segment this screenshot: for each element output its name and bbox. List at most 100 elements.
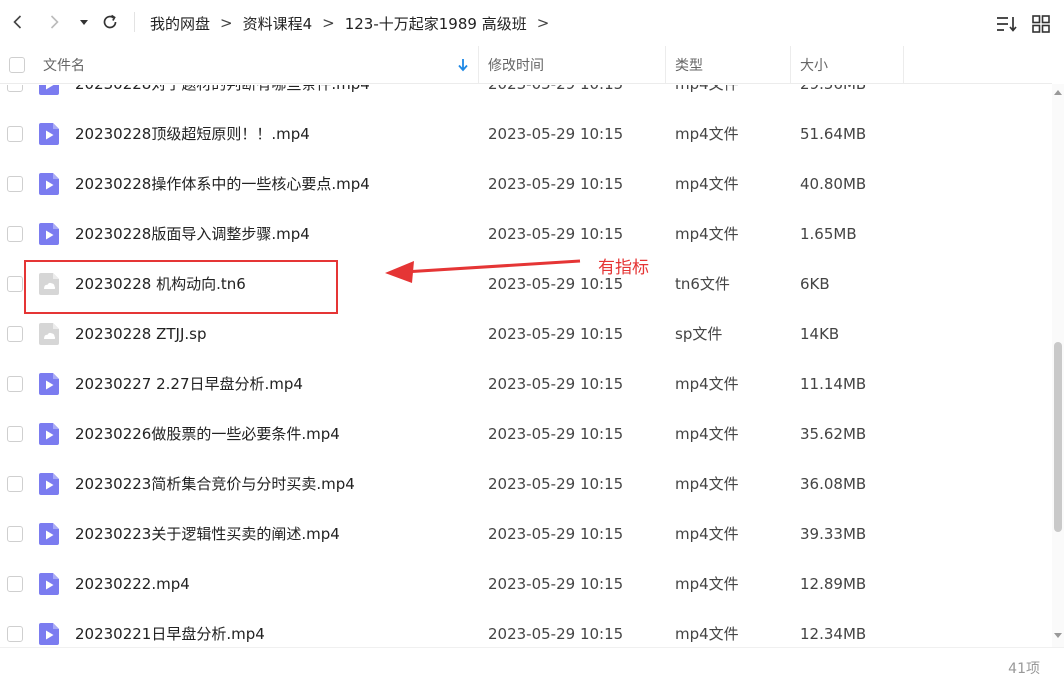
breadcrumb-item-course[interactable]: 资料课程4 [243,13,313,34]
toolbar-divider [134,12,135,32]
file-row[interactable]: 20230228版面导入调整步骤.mp4 2023-05-29 10:15 mp… [0,209,1052,259]
scrollbar-thumb[interactable] [1054,342,1062,532]
column-header-type-label: 类型 [675,58,703,74]
file-type: mp4文件 [675,425,739,443]
file-size: 35.62MB [800,425,867,443]
file-name: 20230223关于逻辑性买卖的阐述.mp4 [75,525,340,543]
file-row[interactable]: 20230227 2.27日早盘分析.mp4 2023-05-29 10:15 … [0,359,1052,409]
forward-button[interactable] [42,10,66,34]
file-size: 1.65MB [800,225,857,243]
file-name: 20230228操作体系中的一些核心要点.mp4 [75,175,370,193]
file-row[interactable]: 20230228对于题材的判断有哪些条件.mp4 2023-05-29 10:1… [0,85,1052,109]
column-header-modified[interactable]: 修改时间 [488,46,544,84]
file-row[interactable]: 20230228顶级超短原则！！.mp4 2023-05-29 10:15 mp… [0,109,1052,159]
file-modified-date: 2023-05-29 10:15 [488,525,624,543]
breadcrumb-separator: > [536,14,550,32]
file-type: mp4文件 [675,175,739,193]
file-name: 20230228顶级超短原则！！.mp4 [75,125,310,143]
column-header-name-label: 文件名 [43,58,85,74]
file-size: 36.08MB [800,475,867,493]
file-name: 20230226做股票的一些必要条件.mp4 [75,425,340,443]
generic-file-icon [39,273,59,295]
file-type: mp4文件 [675,575,739,593]
column-divider[interactable] [478,46,479,84]
video-file-icon [39,173,59,195]
file-modified-date: 2023-05-29 10:15 [488,575,624,593]
column-header-modified-label: 修改时间 [488,58,544,74]
file-row[interactable]: 20230222.mp4 2023-05-29 10:15 mp4文件 12.8… [0,559,1052,609]
video-file-icon [39,573,59,595]
video-file-icon [39,123,59,145]
column-divider[interactable] [790,46,791,84]
video-file-icon [39,223,59,245]
file-modified-date: 2023-05-29 10:15 [488,125,624,143]
scroll-up-arrow[interactable] [1054,90,1062,95]
file-row[interactable]: 20230223关于逻辑性买卖的阐述.mp4 2023-05-29 10:15 … [0,509,1052,559]
file-name: 20230221日早盘分析.mp4 [75,625,265,643]
file-list-rows: 20230228对于题材的判断有哪些条件.mp4 2023-05-29 10:1… [0,85,1052,647]
file-row-checkbox[interactable] [7,526,23,542]
file-row-checkbox[interactable] [7,85,23,92]
file-type: mp4文件 [675,525,739,543]
sort-button[interactable] [995,12,1019,36]
generic-file-icon [39,323,59,345]
file-row[interactable]: 20230226做股票的一些必要条件.mp4 2023-05-29 10:15 … [0,409,1052,459]
breadcrumb-separator: > [322,14,335,32]
file-size: 29.56MB [800,85,866,109]
video-file-icon [39,373,59,395]
column-divider[interactable] [903,46,904,84]
file-row-checkbox[interactable] [7,476,23,492]
toolbar: 我的网盘 > 资料课程4 > 123-十万起家1989 高级班 > [0,0,1064,46]
file-type: mp4文件 [675,225,739,243]
video-file-icon [39,523,59,545]
file-row-checkbox[interactable] [7,426,23,442]
file-row[interactable]: 20230228操作体系中的一些核心要点.mp4 2023-05-29 10:1… [0,159,1052,209]
item-count: 41项 [1008,661,1040,677]
file-row-checkbox[interactable] [7,626,23,642]
file-row-checkbox[interactable] [7,376,23,392]
column-header-size-label: 大小 [800,58,828,74]
select-all-checkbox[interactable] [9,57,25,73]
column-header-name[interactable]: 文件名 [43,46,473,84]
column-header-type[interactable]: 类型 [675,46,703,84]
file-row-checkbox[interactable] [7,126,23,142]
file-row-checkbox[interactable] [7,176,23,192]
file-name: 20230228 机构动向.tn6 [75,275,246,293]
file-modified-date: 2023-05-29 10:15 [488,475,624,493]
file-row[interactable]: 20230228 机构动向.tn6 2023-05-29 10:15 tn6文件… [0,259,1052,309]
file-row[interactable]: 20230221日早盘分析.mp4 2023-05-29 10:15 mp4文件… [0,609,1052,647]
file-row[interactable]: 20230228 ZTJJ.sp 2023-05-29 10:15 sp文件 1… [0,309,1052,359]
status-bar: 41项 [0,647,1064,682]
breadcrumb: 我的网盘 > 资料课程4 > 123-十万起家1989 高级班 > [150,0,559,46]
file-size: 11.14MB [800,375,867,393]
file-row-checkbox[interactable] [7,276,23,292]
grid-view-button[interactable] [1029,12,1053,36]
video-file-icon [39,85,59,95]
file-name: 20230227 2.27日早盘分析.mp4 [75,375,303,393]
breadcrumb-separator: > [220,14,233,32]
sort-icon [997,17,1017,32]
file-row-checkbox[interactable] [7,326,23,342]
scroll-down-arrow[interactable] [1054,633,1062,638]
file-size: 14KB [800,325,840,343]
grid-view-icon [1032,15,1050,33]
video-file-icon [39,423,59,445]
file-type: mp4文件 [675,475,739,493]
refresh-button[interactable] [98,10,122,34]
breadcrumb-item-root[interactable]: 我的网盘 [150,13,210,34]
column-header-size[interactable]: 大小 [800,46,828,84]
file-row-checkbox[interactable] [7,576,23,592]
file-row-checkbox[interactable] [7,226,23,242]
file-name: 20230222.mp4 [75,575,190,593]
breadcrumb-item-current[interactable]: 123-十万起家1989 高级班 [345,13,527,34]
file-name: 20230228对于题材的判断有哪些条件.mp4 [75,85,370,109]
chevron-left-icon [13,15,22,29]
file-row[interactable]: 20230223简析集合竞价与分时买卖.mp4 2023-05-29 10:15… [0,459,1052,509]
file-list: 20230228对于题材的判断有哪些条件.mp4 2023-05-29 10:1… [0,85,1052,647]
history-dropdown-button[interactable] [72,10,96,34]
vertical-scrollbar[interactable] [1052,84,1064,647]
column-divider[interactable] [665,46,666,84]
file-name: 20230228 ZTJJ.sp [75,325,207,343]
back-button[interactable] [6,10,30,34]
file-size: 6KB [800,275,830,293]
